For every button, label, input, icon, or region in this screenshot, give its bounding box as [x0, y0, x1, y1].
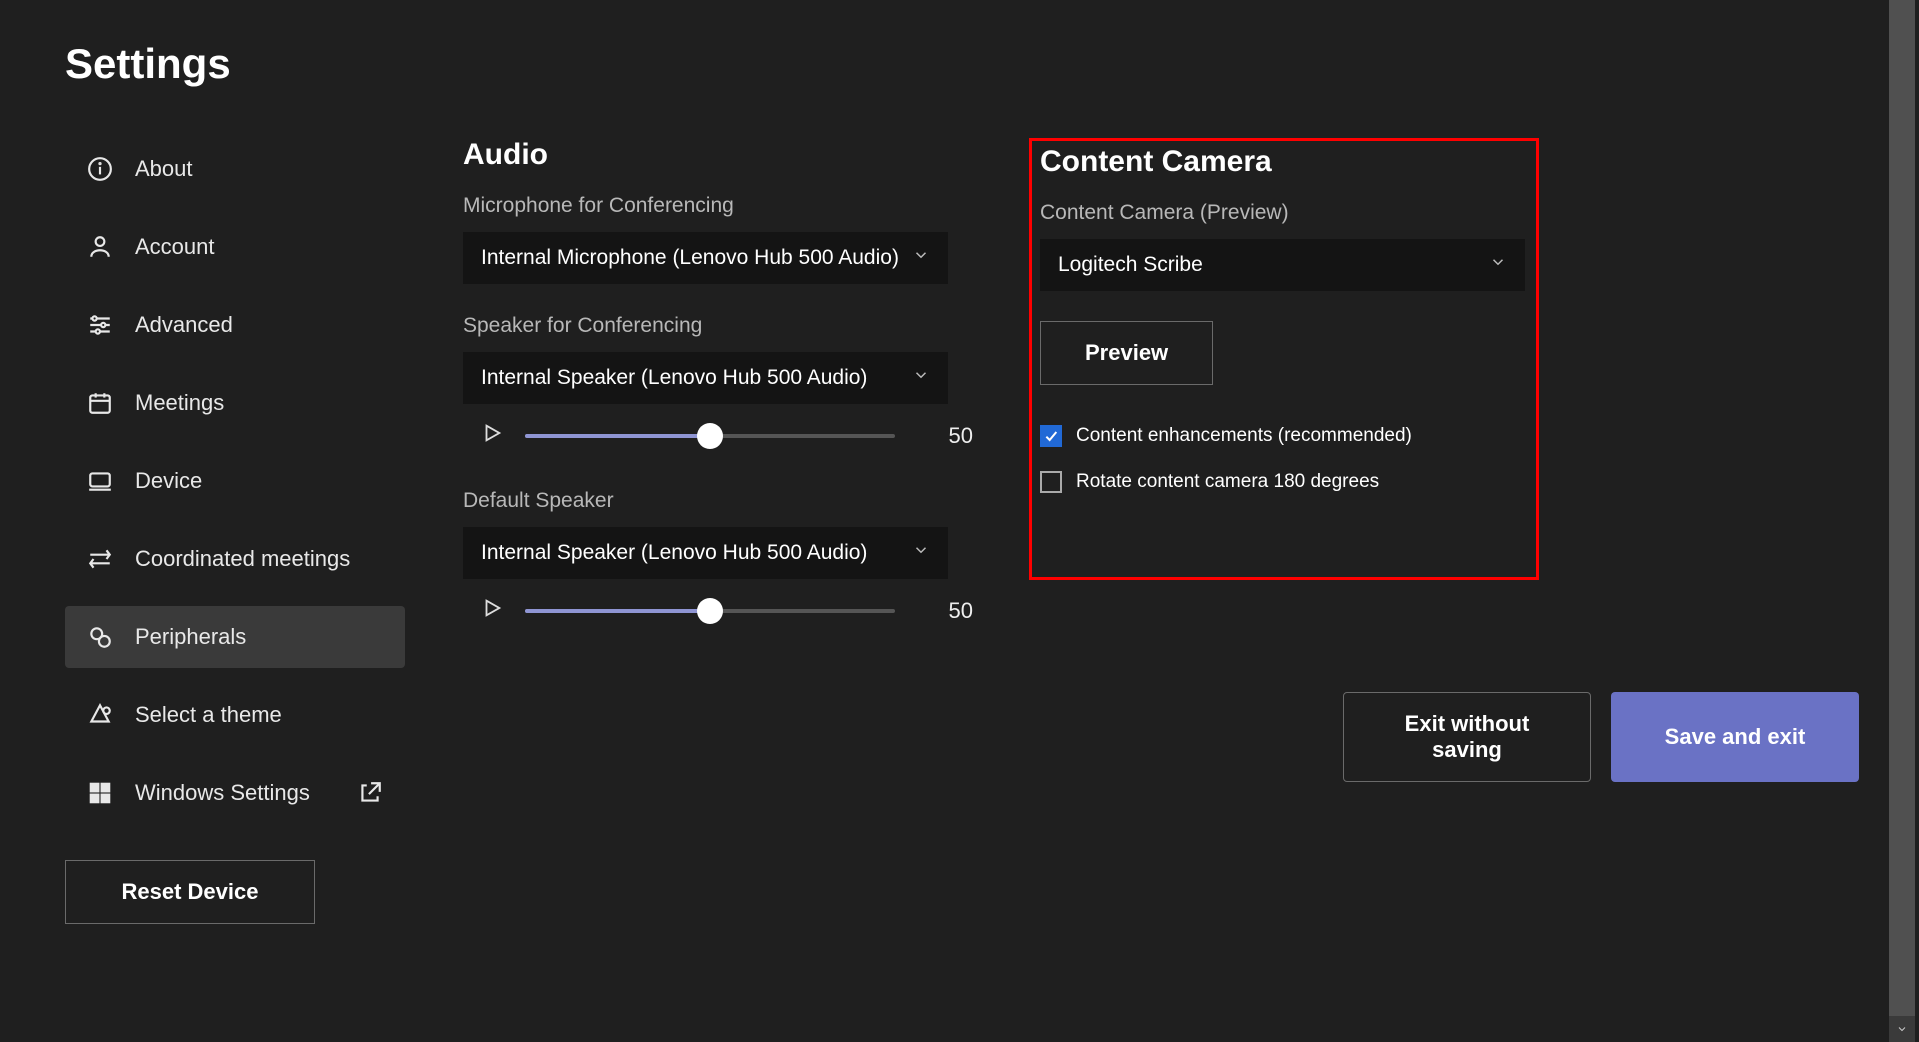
chevron-down-icon: [1489, 253, 1507, 277]
slider-thumb[interactable]: [697, 598, 723, 624]
play-icon[interactable]: [481, 597, 503, 624]
sidebar-item-label: Select a theme: [135, 702, 282, 728]
microphone-label: Microphone for Conferencing: [463, 194, 973, 218]
account-icon: [87, 234, 113, 260]
default-speaker-label: Default Speaker: [463, 489, 973, 513]
advanced-icon: [87, 312, 113, 338]
speaker-dropdown-value: Internal Speaker (Lenovo Hub 500 Audio): [481, 366, 867, 390]
reset-device-button[interactable]: Reset Device: [65, 860, 315, 924]
slider-fill: [525, 434, 710, 438]
sidebar-item-account[interactable]: Account: [65, 216, 405, 278]
chevron-down-icon: [912, 246, 930, 270]
sidebar-item-label: Coordinated meetings: [135, 546, 350, 572]
rotate-camera-label: Rotate content camera 180 degrees: [1076, 471, 1379, 493]
content-enhancements-checkbox-row[interactable]: Content enhancements (recommended): [1040, 425, 1528, 447]
sidebar-item-peripherals[interactable]: Peripherals: [65, 606, 405, 668]
sidebar-item-label: About: [135, 156, 193, 182]
speaker-volume-value: 50: [949, 423, 973, 449]
speaker-volume-slider[interactable]: [525, 434, 895, 438]
default-speaker-dropdown-value: Internal Speaker (Lenovo Hub 500 Audio): [481, 541, 867, 565]
sidebar-item-advanced[interactable]: Advanced: [65, 294, 405, 356]
default-speaker-volume-value: 50: [949, 598, 973, 624]
theme-icon: [87, 702, 113, 728]
sidebar-item-label: Advanced: [135, 312, 233, 338]
content-camera-section: Content Camera Content Camera (Preview) …: [1029, 138, 1539, 580]
checkbox-unchecked-icon: [1040, 471, 1062, 493]
settings-sidebar: About Account Advanced Meetings: [65, 138, 405, 1042]
sync-icon: [87, 546, 113, 572]
content-camera-dropdown-value: Logitech Scribe: [1058, 253, 1203, 277]
sidebar-item-label: Account: [135, 234, 215, 260]
default-speaker-volume-slider[interactable]: [525, 609, 895, 613]
chevron-down-icon: [912, 366, 930, 390]
sidebar-item-coordinated-meetings[interactable]: Coordinated meetings: [65, 528, 405, 590]
default-speaker-dropdown[interactable]: Internal Speaker (Lenovo Hub 500 Audio): [463, 527, 948, 579]
microphone-dropdown[interactable]: Internal Microphone (Lenovo Hub 500 Audi…: [463, 232, 948, 284]
windows-icon: [87, 780, 113, 806]
content-camera-preview-label: Content Camera (Preview): [1040, 201, 1528, 225]
exit-without-saving-button[interactable]: Exit without saving: [1343, 692, 1591, 782]
sidebar-item-device[interactable]: Device: [65, 450, 405, 512]
content-camera-dropdown[interactable]: Logitech Scribe: [1040, 239, 1525, 291]
info-icon: [87, 156, 113, 182]
sidebar-item-meetings[interactable]: Meetings: [65, 372, 405, 434]
external-link-icon: [357, 780, 383, 806]
page-title: Settings: [65, 40, 1919, 88]
speaker-dropdown[interactable]: Internal Speaker (Lenovo Hub 500 Audio): [463, 352, 948, 404]
speaker-label: Speaker for Conferencing: [463, 314, 973, 338]
save-and-exit-button[interactable]: Save and exit: [1611, 692, 1859, 782]
checkbox-checked-icon: [1040, 425, 1062, 447]
calendar-icon: [87, 390, 113, 416]
slider-fill: [525, 609, 710, 613]
rotate-camera-checkbox-row[interactable]: Rotate content camera 180 degrees: [1040, 471, 1528, 493]
content-enhancements-label: Content enhancements (recommended): [1076, 425, 1412, 447]
audio-section-title: Audio: [463, 138, 973, 172]
sidebar-item-label: Meetings: [135, 390, 224, 416]
preview-button[interactable]: Preview: [1040, 321, 1213, 385]
audio-section: Audio Microphone for Conferencing Intern…: [463, 138, 973, 1042]
footer-buttons: Exit without saving Save and exit: [1343, 692, 1859, 782]
sidebar-item-label: Device: [135, 468, 202, 494]
sidebar-item-select-theme[interactable]: Select a theme: [65, 684, 405, 746]
sidebar-item-about[interactable]: About: [65, 138, 405, 200]
sidebar-item-windows-settings[interactable]: Windows Settings: [65, 762, 405, 824]
chevron-down-icon: [912, 541, 930, 565]
content-camera-title: Content Camera: [1040, 145, 1528, 179]
microphone-dropdown-value: Internal Microphone (Lenovo Hub 500 Audi…: [481, 246, 899, 270]
sidebar-item-label: Peripherals: [135, 624, 246, 650]
vertical-scrollbar[interactable]: [1889, 0, 1915, 1042]
sidebar-item-label: Windows Settings: [135, 780, 310, 806]
peripherals-icon: [87, 624, 113, 650]
play-icon[interactable]: [481, 422, 503, 449]
device-icon: [87, 468, 113, 494]
scrollbar-down-button[interactable]: [1889, 1016, 1915, 1042]
slider-thumb[interactable]: [697, 423, 723, 449]
